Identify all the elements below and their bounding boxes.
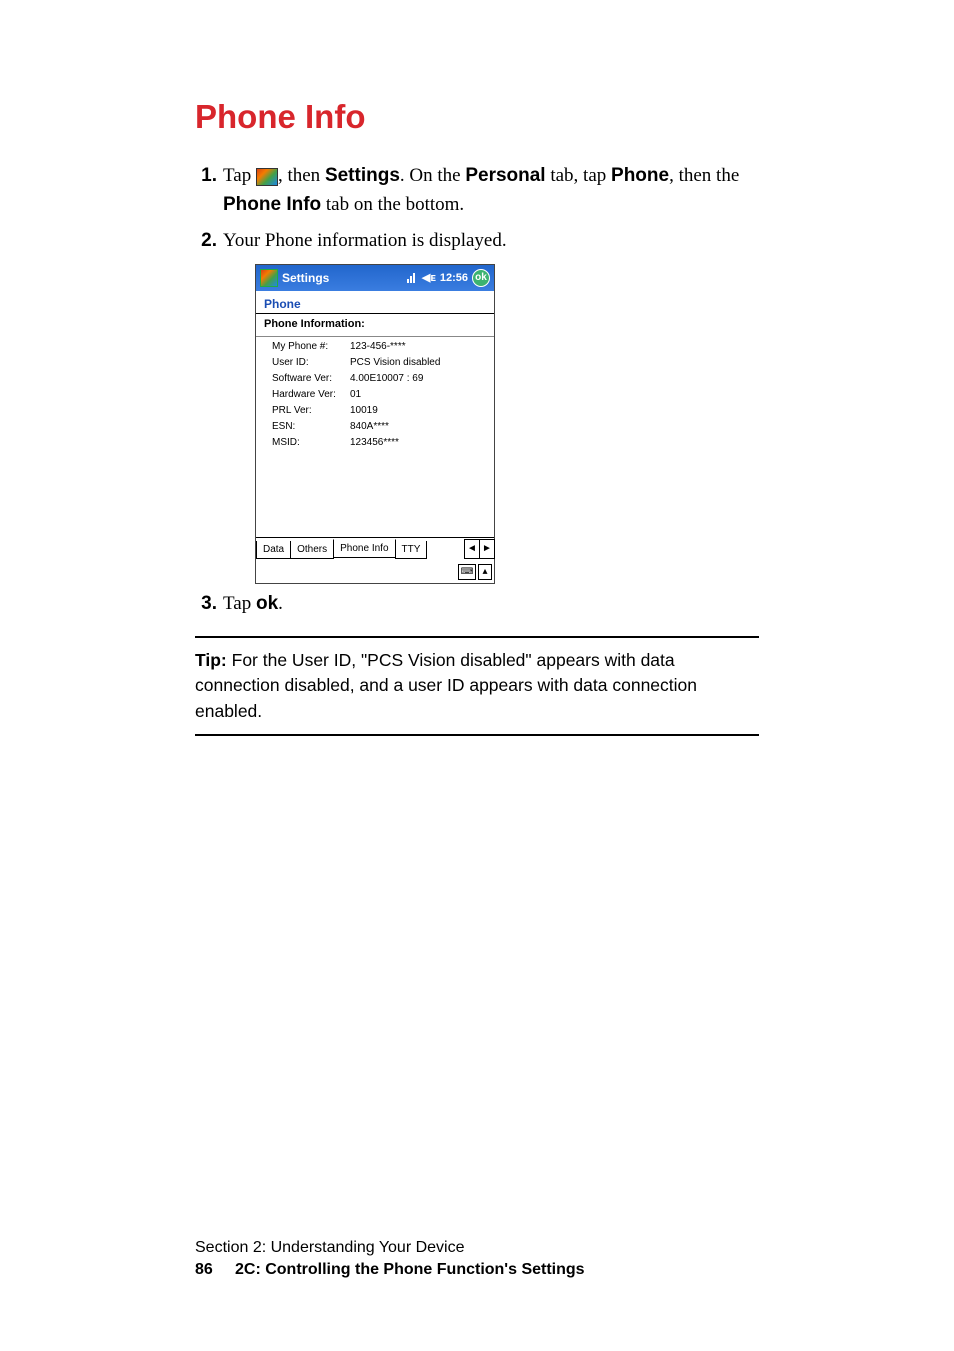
step-1-number: 1. [195, 162, 223, 219]
title-bar: Settings ◀ᴇ 12:56 ok [256, 265, 494, 291]
step-3: 3. Tap ok. [195, 590, 759, 619]
tab-scroll: ◄ ► [464, 539, 494, 559]
page-number: 86 [195, 1261, 235, 1279]
footer-chapter-title: 2C: Controlling the Phone Function's Set… [235, 1261, 585, 1278]
step-list: 1. Tap , then Settings. On the Personal … [195, 162, 759, 256]
speaker-icon[interactable]: ◀ᴇ [422, 271, 436, 284]
phone-label: Phone [611, 165, 669, 186]
row-my-phone: My Phone #:123-456-**** [264, 339, 486, 355]
step-1-t2: , then [278, 165, 325, 186]
settings-label: Settings [325, 165, 400, 186]
label-hardware: Hardware Ver: [272, 389, 350, 400]
phone-heading: Phone [256, 291, 494, 313]
tab-scroll-left-icon[interactable]: ◄ [464, 539, 480, 559]
step-1: 1. Tap , then Settings. On the Personal … [195, 162, 759, 219]
value-esn: 840A**** [350, 421, 486, 432]
windows-start-icon[interactable] [260, 269, 278, 287]
tip-text: For the User ID, "PCS Vision disabled" a… [195, 650, 697, 721]
value-msid: 123456**** [350, 437, 486, 448]
bottom-bar: ⌨ ▴ [256, 561, 494, 583]
label-my-phone: My Phone #: [272, 341, 350, 352]
signal-icon[interactable] [407, 272, 418, 283]
step-2: 2. Your Phone information is displayed. [195, 227, 759, 256]
up-arrow-icon[interactable]: ▴ [478, 564, 492, 580]
label-msid: MSID: [272, 437, 350, 448]
label-software: Software Ver: [272, 373, 350, 384]
step-2-text: Your Phone information is displayed. [223, 227, 759, 256]
info-header: Phone Information: [256, 314, 494, 332]
value-user-id: PCS Vision disabled [350, 357, 486, 368]
ok-label: ok [256, 593, 278, 614]
footer-section: Section 2: Understanding Your Device [195, 1239, 585, 1257]
tab-strip: Data Others Phone Info TTY ◄ ► [256, 537, 494, 559]
step-1-t4: tab, tap [546, 165, 611, 186]
row-msid: MSID:123456**** [264, 435, 486, 451]
value-hardware: 01 [350, 389, 486, 400]
phoneinfo-label: Phone Info [223, 194, 321, 215]
phone-info-screenshot: Settings ◀ᴇ 12:56 ok Phone Phone Informa… [255, 264, 495, 584]
divider-gray [256, 336, 494, 337]
value-my-phone: 123-456-**** [350, 341, 486, 352]
value-prl: 10019 [350, 405, 486, 416]
row-user-id: User ID:PCS Vision disabled [264, 355, 486, 371]
tip-label: Tip: [195, 650, 227, 670]
tab-phone-info[interactable]: Phone Info [333, 539, 395, 558]
tip-block: Tip: For the User ID, "PCS Vision disabl… [195, 636, 759, 736]
title-bar-text: Settings [282, 271, 329, 285]
tab-scroll-right-icon[interactable]: ► [479, 539, 495, 559]
step-1-t3: . On the [400, 165, 465, 186]
label-user-id: User ID: [272, 357, 350, 368]
label-esn: ESN: [272, 421, 350, 432]
personal-label: Personal [465, 165, 545, 186]
step-3-t1: Tap [223, 593, 256, 614]
row-prl: PRL Ver:10019 [264, 403, 486, 419]
value-software: 4.00E10007 : 69 [350, 373, 486, 384]
tab-others[interactable]: Others [290, 541, 334, 559]
step-1-t6: tab on the bottom. [321, 194, 464, 215]
keyboard-icon[interactable]: ⌨ [458, 564, 476, 580]
ok-button[interactable]: ok [472, 269, 490, 287]
info-table: My Phone #:123-456-**** User ID:PCS Visi… [256, 339, 494, 451]
step-1-t5: , then the [669, 165, 739, 186]
page-footer: Section 2: Understanding Your Device 862… [195, 1239, 585, 1279]
row-esn: ESN:840A**** [264, 419, 486, 435]
step-1-t1: Tap [223, 165, 256, 186]
step-2-number: 2. [195, 227, 223, 256]
row-hardware: Hardware Ver:01 [264, 387, 486, 403]
row-software: Software Ver:4.00E10007 : 69 [264, 371, 486, 387]
step-3-t2: . [278, 593, 283, 614]
start-icon [256, 168, 278, 186]
step-3-number: 3. [195, 590, 223, 619]
label-prl: PRL Ver: [272, 405, 350, 416]
step-3-text: Tap ok. [223, 590, 759, 619]
tab-data[interactable]: Data [256, 541, 291, 559]
step-1-text: Tap , then Settings. On the Personal tab… [223, 162, 759, 219]
clock[interactable]: 12:56 [440, 272, 468, 284]
footer-chapter: 862C: Controlling the Phone Function's S… [195, 1261, 585, 1279]
heading-phone-info: Phone Info [195, 98, 759, 136]
tab-tty[interactable]: TTY [395, 541, 428, 559]
